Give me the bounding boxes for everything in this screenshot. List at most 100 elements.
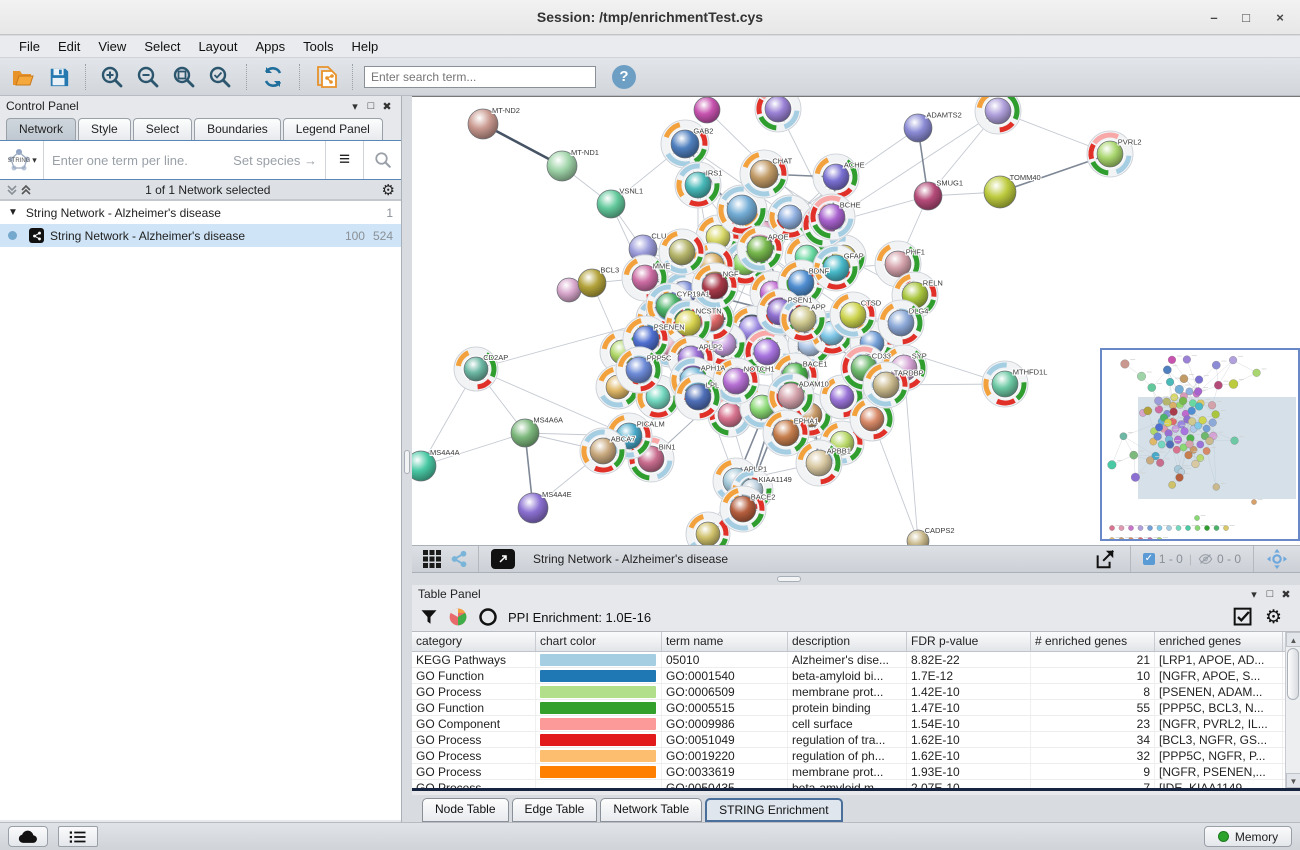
gear-icon[interactable]: ⚙	[1265, 606, 1282, 629]
network-collection-row[interactable]: ▼ String Network - Alzheimer's disease 1	[0, 201, 401, 224]
table-row[interactable]: GO FunctionGO:0001540beta-amyloid bi...1…	[412, 668, 1300, 684]
table-row[interactable]: GO ProcessGO:0051049regulation of tra...…	[412, 732, 1300, 748]
set-species-hint[interactable]: Set species →	[233, 153, 317, 168]
string-protein-query-selector[interactable]: STRING ▾	[0, 141, 44, 179]
vertical-splitter[interactable]	[402, 96, 412, 822]
panel-float-icon[interactable]: □	[363, 100, 379, 112]
tab-node-table[interactable]: Node Table	[422, 798, 509, 822]
close-button[interactable]: ×	[1270, 8, 1290, 28]
table-row[interactable]: GO ComponentGO:0009986cell surface1.54E-…	[412, 716, 1300, 732]
network-node[interactable]	[718, 403, 742, 427]
network-node[interactable]	[669, 239, 695, 265]
network-canvas[interactable]: MT-ND2MT-ND1VSNL1GAB2IRS1CHATACHEBCHECLU…	[412, 96, 1300, 545]
scroll-up-arrow[interactable]: ▲	[1286, 632, 1300, 647]
menu-item-file[interactable]: File	[10, 37, 49, 56]
network-node[interactable]	[985, 98, 1011, 124]
string-search-button[interactable]	[363, 141, 401, 179]
zoom-fit-button[interactable]	[169, 62, 199, 92]
network-node[interactable]	[727, 195, 757, 225]
column-header-description[interactable]: description	[788, 632, 907, 651]
tab-network-table[interactable]: Network Table	[600, 798, 702, 822]
search-input[interactable]	[364, 66, 596, 88]
splitter-handle[interactable]	[404, 450, 410, 474]
collapse-expand-all-icons[interactable]	[6, 184, 34, 196]
table-row[interactable]: GO ProcessGO:0050435beta-amyloid m...2.0…	[412, 780, 1300, 791]
scrollbar-thumb[interactable]	[1287, 648, 1299, 700]
node-label: CD2AP	[483, 353, 508, 362]
panel-menu-icon[interactable]: ▾	[1246, 588, 1262, 601]
column-header-term-name[interactable]: term name	[662, 632, 788, 651]
menu-item-edit[interactable]: Edit	[49, 37, 89, 56]
column-header--enriched-genes[interactable]: # enriched genes	[1031, 632, 1155, 651]
collection-expand-icon[interactable]: ▼	[8, 207, 18, 218]
task-history-button[interactable]	[58, 826, 98, 847]
birds-eye-view[interactable]	[1100, 348, 1300, 541]
zoom-in-button[interactable]	[97, 62, 127, 92]
network-node[interactable]	[696, 522, 720, 545]
table-row[interactable]: GO ProcessGO:0033619membrane prot...1.93…	[412, 764, 1300, 780]
help-button[interactable]: ?	[612, 65, 636, 89]
menu-item-select[interactable]: Select	[135, 37, 189, 56]
column-header-category[interactable]: category	[412, 632, 536, 651]
horizontal-splitter[interactable]	[412, 573, 1300, 585]
ring-chart-icon[interactable]	[478, 607, 498, 627]
save-session-button[interactable]	[44, 62, 74, 92]
minimize-button[interactable]: –	[1204, 8, 1224, 28]
network-node[interactable]	[778, 205, 802, 229]
tab-edge-table[interactable]: Edge Table	[512, 798, 598, 822]
splitter-handle[interactable]	[777, 576, 801, 582]
cloud-tasks-button[interactable]	[8, 826, 48, 847]
column-header-chart-color[interactable]: chart color	[536, 632, 662, 651]
maximize-button[interactable]: □	[1236, 8, 1256, 28]
refresh-button[interactable]	[258, 62, 288, 92]
gear-icon[interactable]: ⚙	[382, 181, 395, 199]
panel-close-icon[interactable]: ✖	[1278, 588, 1294, 601]
node-label: KIAA1149	[759, 475, 792, 484]
memory-button[interactable]: Memory	[1204, 826, 1292, 847]
tab-string-enrichment[interactable]: STRING Enrichment	[705, 798, 842, 822]
detach-view-button[interactable]	[491, 549, 515, 569]
menu-item-apps[interactable]: Apps	[247, 37, 295, 56]
tab-legend-panel[interactable]: Legend Panel	[283, 118, 383, 140]
table-row[interactable]: KEGG Pathways05010Alzheimer's dise...8.8…	[412, 652, 1300, 668]
network-row[interactable]: String Network - Alzheimer's disease 100…	[0, 224, 401, 247]
column-header-FDR-p-value[interactable]: FDR p-value	[907, 632, 1031, 651]
tab-select[interactable]: Select	[133, 118, 192, 140]
chart-color-icon[interactable]	[448, 607, 468, 627]
menu-item-help[interactable]: Help	[343, 37, 388, 56]
table-row[interactable]: GO ProcessGO:0006509membrane prot...1.42…	[412, 684, 1300, 700]
panel-menu-icon[interactable]: ▾	[347, 100, 363, 113]
string-options-button[interactable]: ≡	[325, 141, 363, 179]
open-file-button[interactable]	[8, 62, 38, 92]
filter-icon[interactable]	[420, 608, 438, 626]
tab-style[interactable]: Style	[78, 118, 131, 140]
network-node[interactable]	[765, 97, 791, 122]
string-query-input[interactable]: Enter one term per line. Set species →	[44, 141, 325, 179]
zoom-selected-button[interactable]	[205, 62, 235, 92]
panel-float-icon[interactable]: □	[1262, 588, 1278, 600]
network-node[interactable]	[694, 97, 720, 123]
network-node[interactable]	[860, 407, 884, 431]
scroll-down-arrow[interactable]: ▼	[1286, 773, 1300, 788]
column-header-enriched-genes[interactable]: enriched genes	[1155, 632, 1283, 651]
tab-network[interactable]: Network	[6, 118, 76, 140]
network-node[interactable]	[830, 385, 854, 409]
share-view-icon[interactable]	[450, 550, 468, 568]
select-columns-icon[interactable]	[1233, 607, 1253, 627]
table-vertical-scrollbar[interactable]: ▲ ▼	[1285, 632, 1300, 788]
network-node[interactable]	[557, 278, 581, 302]
enrichment-table[interactable]: categorychart colorterm namedescriptionF…	[412, 631, 1300, 791]
navigator-icon[interactable]	[1266, 548, 1288, 570]
network-node[interactable]	[754, 339, 780, 365]
menu-item-view[interactable]: View	[89, 37, 135, 56]
menu-item-tools[interactable]: Tools	[294, 37, 342, 56]
table-row[interactable]: GO FunctionGO:0005515protein binding1.47…	[412, 700, 1300, 716]
zoom-out-button[interactable]	[133, 62, 163, 92]
import-network-button[interactable]	[311, 62, 341, 92]
table-row[interactable]: GO ProcessGO:0019220regulation of ph...1…	[412, 748, 1300, 764]
menu-item-layout[interactable]: Layout	[189, 37, 246, 56]
tab-boundaries[interactable]: Boundaries	[194, 118, 281, 140]
export-network-icon[interactable]	[1094, 548, 1116, 570]
panel-close-icon[interactable]: ✖	[379, 100, 395, 113]
grid-view-icon[interactable]	[422, 549, 442, 569]
